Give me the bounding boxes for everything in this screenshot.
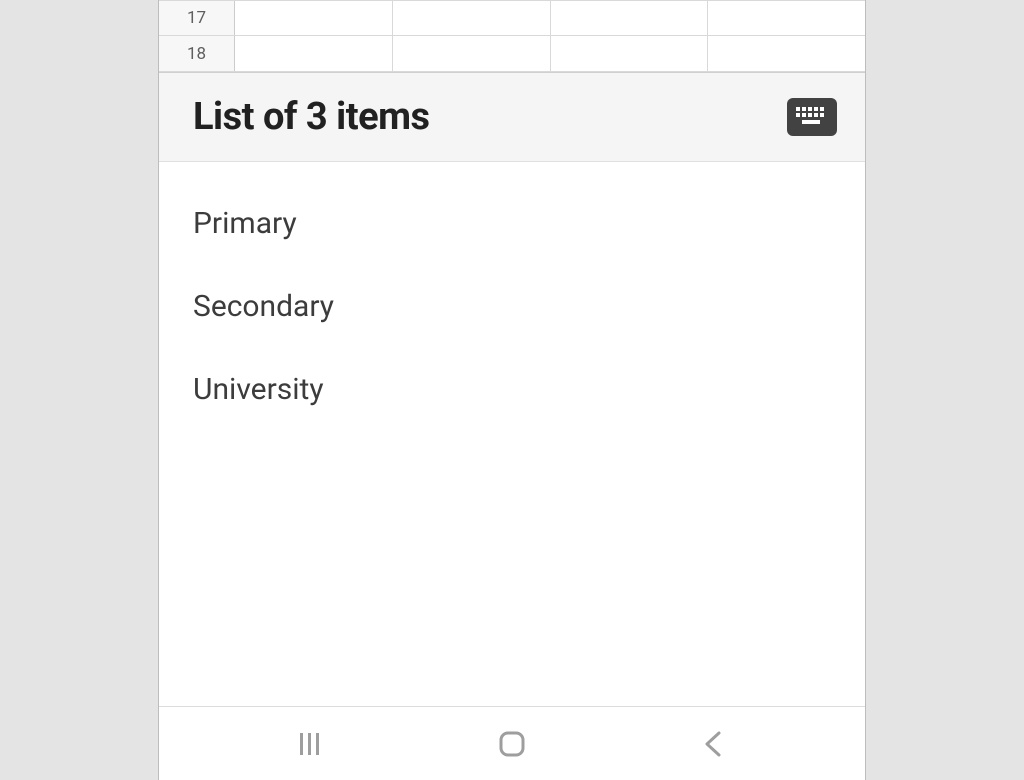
nav-recent-apps-icon[interactable] bbox=[270, 719, 350, 769]
sheet-row[interactable]: 18 bbox=[159, 36, 865, 72]
data-validation-panel: List of 3 items Primary S bbox=[159, 72, 865, 706]
sheet-row[interactable]: 17 bbox=[159, 0, 865, 36]
cell[interactable] bbox=[235, 1, 393, 35]
panel-title: List of 3 items bbox=[193, 95, 430, 139]
list-item[interactable]: Secondary bbox=[159, 265, 865, 348]
list-item[interactable]: University bbox=[159, 348, 865, 431]
list-item[interactable]: Primary bbox=[159, 182, 865, 265]
spreadsheet-rows: 17 18 bbox=[159, 0, 865, 72]
row-header[interactable]: 18 bbox=[159, 36, 235, 71]
row-header[interactable]: 17 bbox=[159, 1, 235, 35]
device-frame: 17 18 List of 3 items bbox=[159, 0, 865, 780]
cell[interactable] bbox=[235, 36, 393, 71]
cell[interactable] bbox=[708, 1, 865, 35]
cell[interactable] bbox=[551, 36, 709, 71]
nav-home-icon[interactable] bbox=[472, 719, 552, 769]
cell[interactable] bbox=[551, 1, 709, 35]
panel-body: Primary Secondary University bbox=[159, 162, 865, 706]
nav-back-icon[interactable] bbox=[674, 719, 754, 769]
navigation-bar bbox=[159, 706, 865, 780]
keyboard-icon[interactable] bbox=[787, 98, 837, 136]
panel-header: List of 3 items bbox=[159, 73, 865, 162]
cell[interactable] bbox=[708, 36, 865, 71]
cell[interactable] bbox=[393, 36, 551, 71]
cell[interactable] bbox=[393, 1, 551, 35]
